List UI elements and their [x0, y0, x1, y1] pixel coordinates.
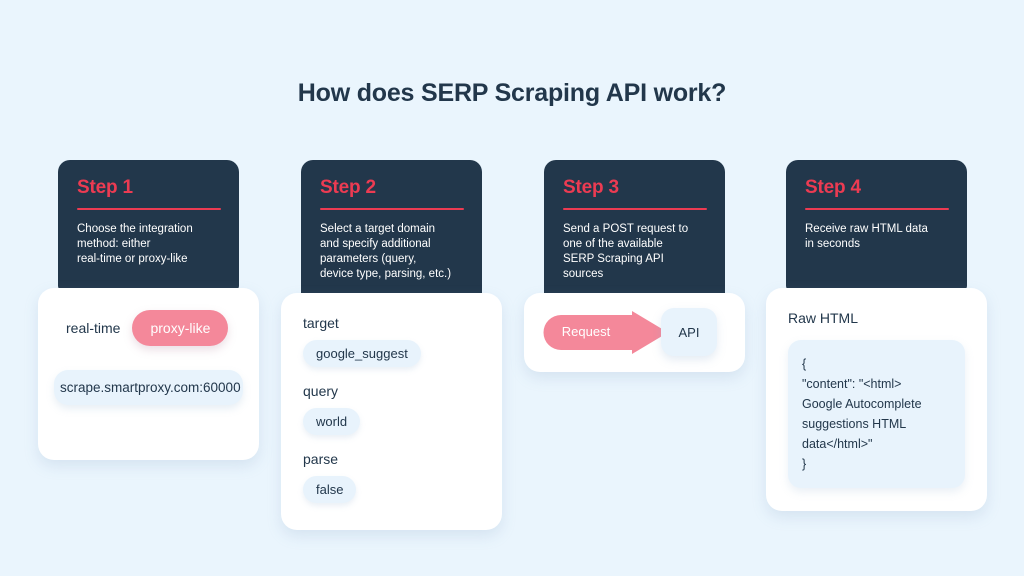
step-description-3: Send a POST request to one of the availa… — [563, 223, 689, 280]
step-divider-4 — [805, 208, 949, 210]
request-flow: Request API — [524, 293, 745, 372]
request-arrow-label: Request — [561, 324, 611, 339]
page-title: How does SERP Scraping API work? — [297, 79, 727, 107]
step-header-3: Step 3 Send a POST request to one of the… — [544, 160, 725, 300]
param-parse: parse false — [303, 451, 480, 503]
step-header-1: Step 1 Choose the integration method: ei… — [58, 160, 239, 290]
param-target-value[interactable]: google_suggest — [303, 340, 421, 367]
step-label-2: Step 2 — [320, 177, 376, 198]
param-parse-value[interactable]: false — [303, 476, 357, 503]
step-description-4: Receive raw HTML data in seconds — [805, 223, 928, 250]
step-header-2: Step 2 Select a target domain and specif… — [301, 160, 482, 300]
param-target-label: target — [303, 315, 339, 331]
step-label-1: Step 1 — [77, 177, 133, 198]
api-chip[interactable]: API — [661, 308, 717, 356]
param-parse-label: parse — [303, 451, 339, 467]
step-divider-2 — [320, 208, 464, 210]
param-query: query world — [303, 383, 480, 435]
param-query-label: query — [303, 383, 339, 399]
step-body-2: target google_suggest query world parse … — [281, 293, 502, 530]
step-body-4: Raw HTML { "content": "<html> Google Aut… — [766, 288, 987, 511]
step-divider-1 — [77, 208, 221, 210]
param-target: target google_suggest — [303, 315, 480, 367]
step-body-3: Request API — [524, 293, 745, 372]
step-divider-3 — [563, 208, 707, 210]
option-real-time[interactable]: real-time — [54, 320, 120, 336]
step-label-4: Step 4 — [805, 177, 861, 198]
step-body-1: real-time proxy-like scrape.smartproxy.c… — [38, 288, 259, 460]
step-label-3: Step 3 — [563, 177, 619, 198]
steps-container: Step 1 Choose the integration method: ei… — [0, 160, 1024, 560]
raw-html-code: { "content": "<html> Google Autocomplete… — [788, 340, 965, 488]
step-header-4: Step 4 Receive raw HTML data in seconds — [786, 160, 967, 290]
raw-html-label: Raw HTML — [788, 310, 859, 326]
param-query-value[interactable]: world — [303, 408, 361, 435]
endpoint-chip[interactable]: scrape.smartproxy.com:60000 — [54, 370, 243, 405]
option-proxy-like[interactable]: proxy-like — [132, 310, 229, 346]
step-description-1: Choose the integration method: either re… — [77, 223, 193, 265]
integration-method-toggle: real-time proxy-like — [54, 310, 243, 346]
step-description-2: Select a target domain and specify addit… — [320, 223, 452, 280]
